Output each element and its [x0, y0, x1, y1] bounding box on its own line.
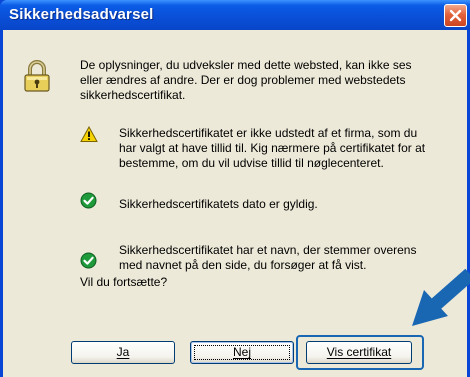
no-button[interactable]: Nej	[190, 341, 294, 364]
warning-icon	[80, 126, 98, 142]
view-certificate-button[interactable]: Vis certifikat	[306, 341, 412, 364]
warning-item-text: Sikkerhedscertifikatet er ikke udstedt a…	[119, 126, 426, 170]
dialog-title: Sikkerhedsadvarsel	[9, 6, 154, 23]
close-icon	[449, 9, 462, 22]
date-valid-text: Sikkerhedscertifikatets dato er gyldig.	[119, 197, 318, 211]
lock-icon	[24, 60, 50, 92]
check-icon	[80, 252, 97, 269]
name-match-text: Sikkerhedscertifikatet har et navn, der …	[119, 243, 417, 272]
check-icon	[80, 192, 97, 209]
yes-button[interactable]: Ja	[71, 341, 175, 364]
security-alert-window: Sikkerhedsadvarsel De oplysninger, du ud…	[0, 0, 470, 377]
close-button[interactable]	[444, 4, 467, 27]
continue-question: Vil du fortsætte?	[80, 275, 168, 289]
intro-text: De oplysninger, du udveksler med dette w…	[80, 58, 412, 102]
title-bar[interactable]: Sikkerhedsadvarsel	[0, 0, 470, 30]
pointer-arrow-icon	[412, 268, 470, 326]
